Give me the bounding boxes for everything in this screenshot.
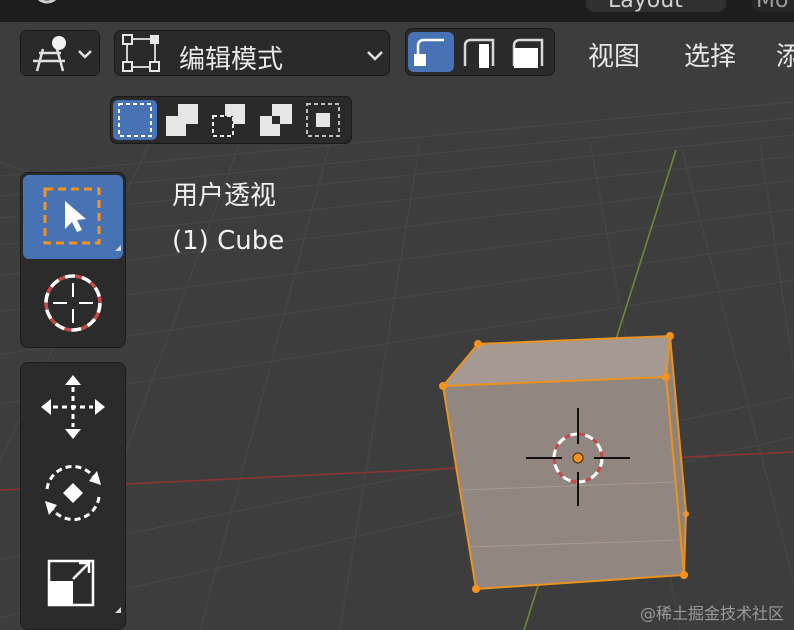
move-icon	[41, 375, 105, 439]
3d-viewport[interactable]: 编辑模式 视图 选择 添 用户透视 (1) Cube @稀土掘金技术社区	[0, 22, 794, 630]
tab-layout-label: Layout	[608, 0, 683, 13]
toolbar-group-transform	[20, 362, 126, 630]
menu-add[interactable]: 添	[776, 36, 794, 73]
cursor-icon	[44, 274, 102, 332]
tab-layout[interactable]: Layout	[586, 0, 726, 13]
workspace-tab-strip: Layout Mo	[0, 0, 794, 22]
menu-view[interactable]: 视图	[588, 36, 640, 73]
subtract-selection-button[interactable]	[207, 100, 251, 140]
mode-select-dropdown[interactable]: 编辑模式	[114, 30, 390, 76]
select-invert-icon	[260, 104, 292, 136]
tool-select-box[interactable]	[23, 175, 123, 259]
mode-select-value: 编辑模式	[179, 45, 284, 75]
interaction-mode-button[interactable]	[20, 30, 100, 76]
toolbar-group-select	[20, 172, 126, 348]
selection-mode-group	[110, 96, 352, 144]
object-interaction-icon	[33, 36, 92, 72]
face-select-button[interactable]	[506, 32, 552, 72]
rotate-icon	[45, 465, 101, 521]
tab-modeling[interactable]: Mo	[752, 0, 794, 13]
vertex-select-button[interactable]	[408, 32, 454, 72]
active-object-label: (1) Cube	[172, 226, 285, 256]
tab-modeling-label: Mo	[756, 0, 789, 13]
cube-mesh[interactable]	[439, 332, 689, 593]
select-intersect-icon	[306, 103, 340, 137]
extend-selection-button[interactable]	[160, 100, 204, 140]
tool-cursor[interactable]	[23, 261, 123, 345]
edge-select-button[interactable]	[457, 32, 503, 72]
tool-move[interactable]	[23, 365, 123, 449]
select-subtract-icon	[212, 104, 245, 137]
scale-icon	[47, 559, 121, 613]
face-select-icon	[512, 38, 544, 68]
select-mode-group	[405, 28, 555, 76]
edge-select-icon	[463, 38, 495, 68]
invert-selection-button[interactable]	[254, 100, 298, 140]
view-perspective-label: 用户透视	[172, 181, 277, 211]
app-logo-icon	[37, 0, 57, 4]
watermark: @稀土掘金技术社区	[640, 604, 785, 623]
set-new-selection-button[interactable]	[113, 100, 157, 140]
chevron-down-icon	[367, 51, 383, 61]
edit-mode-icon	[122, 34, 160, 72]
select-box-icon	[43, 187, 121, 251]
tool-rotate[interactable]	[23, 451, 123, 535]
object-origin	[572, 452, 584, 464]
select-new-icon	[118, 103, 152, 137]
vertex-select-icon	[414, 38, 444, 66]
blender-window: Layout Mo 编辑模式 视图 选择 添 用户透视 (1) Cube @稀土…	[0, 0, 794, 630]
viewport-info: 用户透视 (1) Cube	[172, 174, 284, 264]
tool-scale[interactable]	[23, 539, 123, 623]
intersect-selection-button[interactable]	[301, 100, 345, 140]
select-extend-icon	[166, 104, 198, 136]
menu-select[interactable]: 选择	[684, 36, 736, 73]
